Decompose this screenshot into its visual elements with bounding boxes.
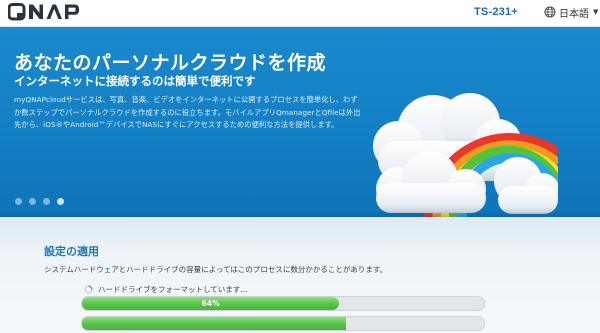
language-selector[interactable]: 日本語 ▼ <box>544 4 598 20</box>
carousel-dot[interactable] <box>15 198 22 205</box>
language-label: 日本語 <box>559 8 589 20</box>
banner-description: myQNAPcloudサービスは、写真、音楽、ビデオをインターネットに公開するプ… <box>14 95 361 129</box>
carousel-dot[interactable] <box>43 198 50 205</box>
carousel-dot-active[interactable] <box>57 198 64 205</box>
banner-title: あなたのパーソナルクラウドを作成 <box>14 52 327 74</box>
hero-banner: あなたのパーソナルクラウドを作成 インターネットに接続するのは簡単で便利です m… <box>0 27 600 217</box>
progress-bar: 64% <box>81 296 485 311</box>
banner-subtitle: インターネットに接続するのは簡単で便利です <box>14 74 256 88</box>
setup-title: 設定の適用 <box>44 245 99 258</box>
globe-icon <box>544 6 556 18</box>
progress-label: 64% <box>201 299 220 308</box>
secondary-progress-bar <box>81 316 485 331</box>
setup-panel: 設定の適用 システムハードウェアとハードドライブの容量によってはこのプロセスに数… <box>0 217 600 333</box>
carousel-dot[interactable] <box>29 198 36 205</box>
status-row: ハードドライブをフォーマットしています... <box>84 284 247 295</box>
top-header: TS-231+ 日本語 ▼ <box>0 0 600 27</box>
secondary-progress-fill <box>82 317 347 330</box>
chevron-down-icon: ▼ <box>593 8 599 16</box>
loading-spinner-icon <box>84 285 93 294</box>
status-text: ハードドライブをフォーマットしています... <box>98 285 248 294</box>
device-model-label: TS-231+ <box>474 6 518 18</box>
cloud-rainbow-icon <box>373 93 558 217</box>
qnap-logo <box>8 3 90 21</box>
carousel-dots <box>15 198 64 205</box>
setup-description: システムハードウェアとハードドライブの容量によってはこのプロセスに数分かかること… <box>44 265 388 274</box>
